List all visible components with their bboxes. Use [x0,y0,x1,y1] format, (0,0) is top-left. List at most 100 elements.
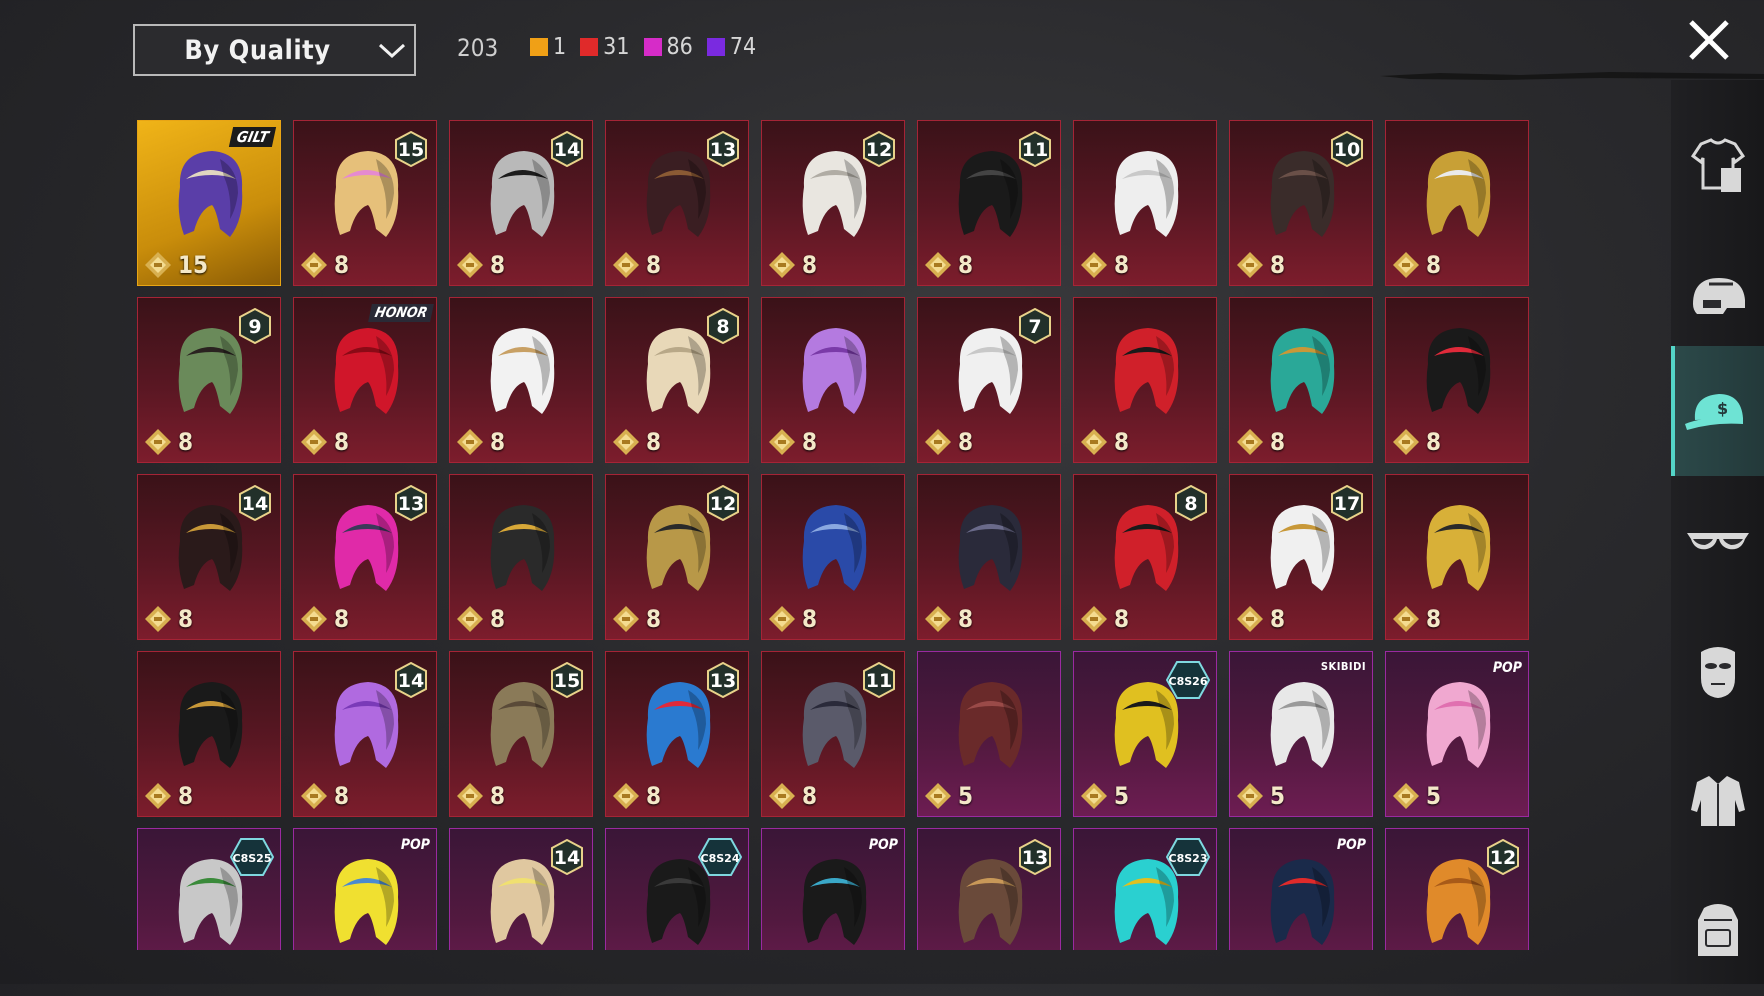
points-display: 8 [300,251,349,279]
item-card[interactable]: C8S26 5 [1073,651,1217,817]
tab-headwear[interactable]: $ [1671,346,1764,476]
item-card[interactable]: 88 [1073,474,1217,640]
points-display: 8 [612,782,661,810]
white-ghost-hair-icon [1114,151,1179,237]
points-value: 8 [490,782,506,810]
tab-outfit[interactable] [1671,100,1764,230]
item-card[interactable]: 98 [137,297,281,463]
points-icon [301,783,327,809]
tab-helmet[interactable] [1671,230,1764,360]
total-count: 203 [457,34,499,62]
item-card[interactable]: GILT 15 [137,120,281,286]
item-card[interactable]: 14 8 [293,651,437,817]
points-display: 8 [300,428,349,456]
points-icon [925,606,951,632]
points-display: 8 [612,605,661,633]
pop-logo: POP [400,837,430,853]
item-card[interactable]: 8 [449,474,593,640]
item-card[interactable]: 11 8 [917,120,1061,286]
item-card[interactable]: 12 8 [605,474,749,640]
item-card[interactable]: 5 [917,651,1061,817]
level-badge-text: 15 [398,139,424,161]
sort-dropdown[interactable]: By Quality [133,24,416,76]
item-card[interactable]: 78 [917,297,1061,463]
item-card[interactable]: 88 [605,297,749,463]
jacket-icon [1690,776,1745,826]
item-card[interactable]: C8S23 [1073,828,1217,950]
item-card[interactable]: 10 8 [1229,120,1373,286]
cap-icon: $ [1684,394,1743,430]
level-badge-text: 13 [1022,847,1048,869]
points-display: 8 [1236,428,1285,456]
tab-jacket[interactable] [1671,736,1764,866]
level-badge-text: 14 [398,670,424,692]
points-icon [1393,606,1419,632]
item-card[interactable]: 14 8 [137,474,281,640]
level-badge-text: 13 [398,493,424,515]
points-value: 8 [1114,605,1130,633]
points-display: 8 [456,605,505,633]
sort-dropdown-label: By Quality [184,34,331,66]
close-button[interactable] [1683,14,1735,66]
points-display: 8 [1236,251,1285,279]
item-card[interactable]: 12 [1385,828,1529,950]
pink-bow-headband-icon [1426,682,1491,768]
points-icon [769,783,795,809]
item-card[interactable]: POP [1229,828,1373,950]
item-card[interactable]: 15 8 [293,120,437,286]
chevron-down-icon [370,28,414,72]
points-value: 8 [1426,605,1442,633]
item-card[interactable]: 8 [449,297,593,463]
item-card[interactable]: 8 [1385,120,1529,286]
camera-head-icon [1270,682,1335,768]
item-card[interactable]: 15 8 [449,651,593,817]
item-card[interactable]: 8 [1385,297,1529,463]
item-card[interactable]: C8S25 [137,828,281,950]
points-icon [925,429,951,455]
level-badge-text: 12 [710,493,736,515]
item-card[interactable]: 8 [761,297,905,463]
quality-count-value: 1 [553,34,567,60]
points-value: 5 [1270,782,1286,810]
item-card[interactable]: 12 8 [761,120,905,286]
item-card[interactable]: 8 [137,651,281,817]
item-card[interactable]: 8 [761,474,905,640]
item-card[interactable]: 13 8 [605,120,749,286]
points-display: 8 [612,428,661,456]
points-icon [613,606,639,632]
item-card[interactable]: 8 [1229,297,1373,463]
quality-count-value: 74 [729,34,757,60]
item-card[interactable]: POP [761,828,905,950]
points-value: 8 [1270,605,1286,633]
red-helmet-icon [1114,328,1179,414]
item-card[interactable]: POP [293,828,437,950]
level-badge: 13 [395,485,427,521]
item-card[interactable]: 8 [917,474,1061,640]
item-card[interactable]: 17 8 [1229,474,1373,640]
item-card[interactable]: 13 8 [293,474,437,640]
item-card[interactable]: 11 8 [761,651,905,817]
points-display: 5 [1236,782,1285,810]
points-value: 8 [490,251,506,279]
points-display: 8 [1080,428,1129,456]
item-card[interactable]: SKIBIDI 5 [1229,651,1373,817]
item-card[interactable]: POP 5 [1385,651,1529,817]
item-card[interactable]: C8S24 [605,828,749,950]
item-card[interactable]: 13 [917,828,1061,950]
teal-spiked-helmet-icon [1270,328,1335,414]
item-card[interactable]: HONOR 8 [293,297,437,463]
item-card[interactable]: 14 8 [449,120,593,286]
item-card[interactable]: 13 8 [605,651,749,817]
points-value: 8 [334,428,350,456]
item-card[interactable]: 8 [1385,474,1529,640]
tab-mask[interactable] [1671,606,1764,736]
level-badge: 14 [239,485,271,521]
points-value: 8 [490,605,506,633]
item-card[interactable]: 14 [449,828,593,950]
tab-glasses[interactable] [1671,476,1764,606]
sponge-mask-icon [334,859,399,945]
item-card[interactable]: 8 [1073,297,1217,463]
quality-count-value: 86 [666,34,693,60]
item-card[interactable]: 8 [1073,120,1217,286]
tab-backpack[interactable] [1671,866,1764,996]
